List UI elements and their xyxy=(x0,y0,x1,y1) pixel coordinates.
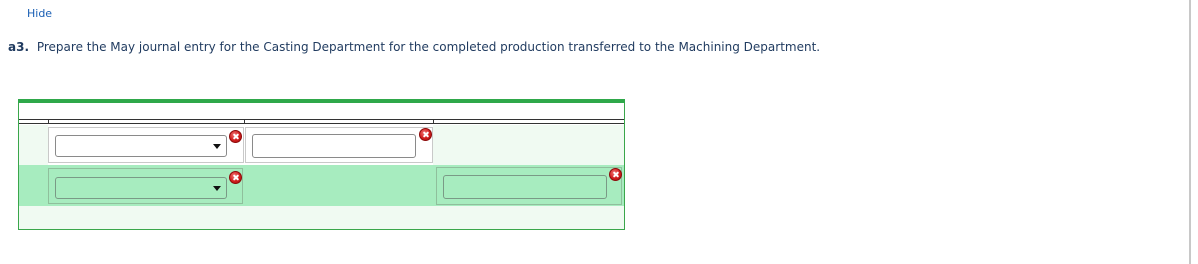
account-select[interactable] xyxy=(55,135,227,157)
account-select[interactable] xyxy=(55,177,227,199)
table-row xyxy=(19,165,624,206)
error-x-icon xyxy=(229,171,242,184)
table-accent-bar xyxy=(18,99,625,103)
hide-link[interactable]: Hide xyxy=(27,7,52,20)
page-divider xyxy=(1189,0,1191,264)
dropdown-arrow-icon xyxy=(213,144,221,149)
debit-cell xyxy=(245,127,433,163)
journal-entry-table xyxy=(18,99,625,230)
credit-cell xyxy=(433,125,624,165)
question-text: Prepare the May journal entry for the Ca… xyxy=(36,40,821,54)
question-prompt: a3. Prepare the May journal entry for th… xyxy=(8,40,820,54)
dropdown-arrow-icon xyxy=(213,186,221,191)
header-rule-bottom xyxy=(19,123,624,124)
account-cell xyxy=(48,168,243,204)
column-divider-tick xyxy=(48,119,49,124)
account-cell xyxy=(48,127,244,163)
column-divider-tick xyxy=(433,119,434,124)
error-x-icon xyxy=(229,130,242,143)
table-footer-row xyxy=(19,206,624,229)
table-row xyxy=(19,125,624,165)
column-divider-tick xyxy=(244,119,245,124)
question-number: a3. xyxy=(8,40,30,54)
credit-cell xyxy=(436,167,622,205)
error-x-icon xyxy=(419,128,432,141)
debit-input[interactable] xyxy=(252,134,416,158)
row-leading-cell xyxy=(19,125,48,165)
error-x-icon xyxy=(609,168,622,181)
credit-input[interactable] xyxy=(443,175,607,199)
header-rule-top xyxy=(19,119,624,120)
